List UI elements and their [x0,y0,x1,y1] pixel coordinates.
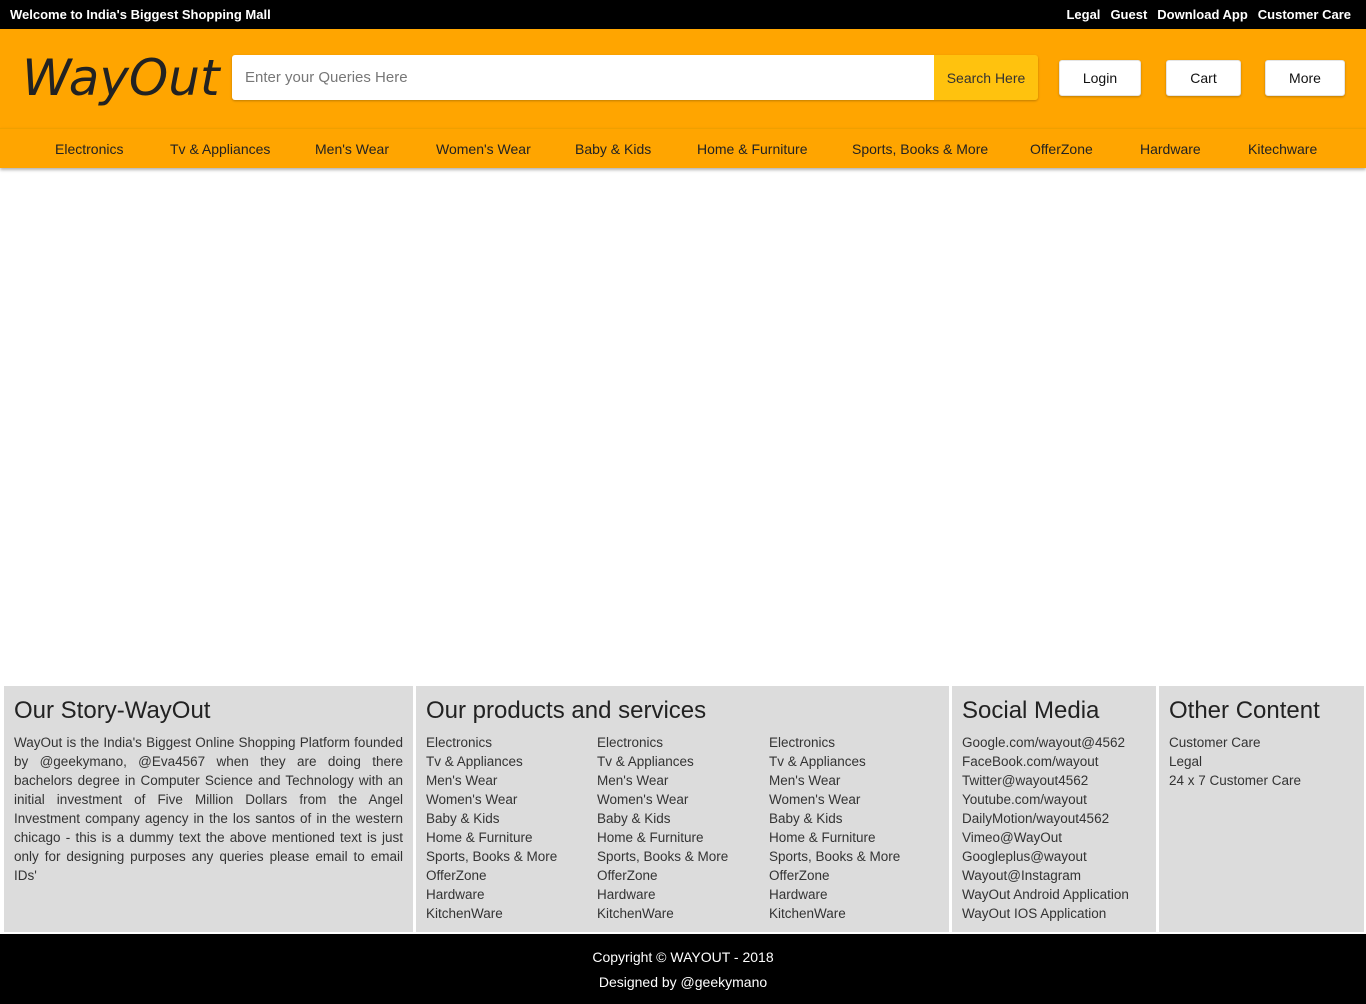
copyright-text: Copyright © WAYOUT - 2018 [592,949,774,965]
social-links: Google.com/wayout@4562 FaceBook.com/wayo… [962,733,1129,923]
product-link[interactable]: Women's Wear [769,790,900,809]
product-link[interactable]: Baby & Kids [597,809,728,828]
products-title: Our products and services [426,697,707,724]
designed-by-text: Designed by @geekymano [598,974,768,990]
product-link[interactable]: Tv & Appliances [769,752,900,771]
top-link-customer-care[interactable]: Customer Care [1258,7,1351,22]
product-link[interactable]: OfferZone [426,866,557,885]
social-link-twitter[interactable]: Twitter@wayout4562 [962,771,1129,790]
top-link-legal[interactable]: Legal [1066,7,1100,22]
social-link-android-app[interactable]: WayOut Android Application [962,885,1129,904]
product-link[interactable]: Baby & Kids [769,809,900,828]
category-nav: Electronics Tv & Appliances Men's Wear W… [0,128,1366,168]
search-button[interactable]: Search Here [934,55,1038,100]
product-link[interactable]: Home & Furniture [597,828,728,847]
logo[interactable]: WayOut [22,49,220,107]
header: WayOut Search Here Login Cart More [0,29,1366,128]
product-link[interactable]: Electronics [597,733,728,752]
nav-item-home-furniture[interactable]: Home & Furniture [697,141,807,157]
footer-products: Our products and services Electronics Tv… [416,686,949,932]
social-link-google[interactable]: Google.com/wayout@4562 [962,733,1129,752]
nav-item-sports-books[interactable]: Sports, Books & More [852,141,988,157]
product-link[interactable]: Sports, Books & More [769,847,900,866]
social-link-vimeo[interactable]: Vimeo@WayOut [962,828,1129,847]
social-link-ios-app[interactable]: WayOut IOS Application [962,904,1129,923]
product-link[interactable]: OfferZone [597,866,728,885]
nav-item-kitechware[interactable]: Kitechware [1248,141,1317,157]
story-title: Our Story-WayOut [14,697,211,724]
product-link[interactable]: Hardware [597,885,728,904]
product-link[interactable]: OfferZone [769,866,900,885]
social-link-facebook[interactable]: FaceBook.com/wayout [962,752,1129,771]
nav-item-mens-wear[interactable]: Men's Wear [315,141,389,157]
product-link[interactable]: Hardware [426,885,557,904]
product-link[interactable]: Tv & Appliances [426,752,557,771]
login-button[interactable]: Login [1059,60,1141,96]
top-bar: Welcome to India's Biggest Shopping Mall… [0,0,1366,29]
top-link-download-app[interactable]: Download App [1157,7,1248,22]
copyright-bar: Copyright © WAYOUT - 2018 Designed by @g… [0,934,1366,1004]
nav-item-electronics[interactable]: Electronics [55,141,123,157]
welcome-text: Welcome to India's Biggest Shopping Mall [10,7,271,22]
products-column-1: Electronics Tv & Appliances Men's Wear W… [426,733,557,923]
social-link-googleplus[interactable]: Googleplus@wayout [962,847,1129,866]
product-link[interactable]: KitchenWare [426,904,557,923]
other-title: Other Content [1169,697,1320,724]
products-column-2: Electronics Tv & Appliances Men's Wear W… [597,733,728,923]
product-link[interactable]: KitchenWare [769,904,900,923]
product-link[interactable]: KitchenWare [597,904,728,923]
nav-item-womens-wear[interactable]: Women's Wear [436,141,531,157]
product-link[interactable]: Women's Wear [426,790,557,809]
more-button[interactable]: More [1265,60,1345,96]
social-link-instagram[interactable]: Wayout@Instagram [962,866,1129,885]
story-text: WayOut is the India's Biggest Online Sho… [14,735,403,883]
footer-social-media: Social Media Google.com/wayout@4562 Face… [952,686,1156,932]
social-title: Social Media [962,697,1100,724]
products-column-3: Electronics Tv & Appliances Men's Wear W… [769,733,900,923]
product-link[interactable]: Sports, Books & More [426,847,557,866]
product-link[interactable]: Women's Wear [597,790,728,809]
nav-item-tv-appliances[interactable]: Tv & Appliances [170,141,270,157]
product-link[interactable]: Tv & Appliances [597,752,728,771]
footer-other-content: Other Content Customer Care Legal 24 x 7… [1159,686,1364,932]
product-link[interactable]: Baby & Kids [426,809,557,828]
product-link[interactable]: Hardware [769,885,900,904]
top-link-guest[interactable]: Guest [1110,7,1147,22]
nav-item-baby-kids[interactable]: Baby & Kids [575,141,651,157]
search-bar: Search Here [232,55,1038,100]
footer-our-story: Our Story-WayOut WayOut is the India's B… [4,686,413,932]
social-link-dailymotion[interactable]: DailyMotion/wayout4562 [962,809,1129,828]
social-link-youtube[interactable]: Youtube.com/wayout [962,790,1129,809]
other-link-24x7-care[interactable]: 24 x 7 Customer Care [1169,771,1301,790]
product-link[interactable]: Men's Wear [769,771,900,790]
search-input[interactable] [232,55,934,100]
cart-button[interactable]: Cart [1166,60,1241,96]
product-link[interactable]: Home & Furniture [769,828,900,847]
product-link[interactable]: Men's Wear [597,771,728,790]
other-link-legal[interactable]: Legal [1169,752,1301,771]
product-link[interactable]: Men's Wear [426,771,557,790]
product-link[interactable]: Sports, Books & More [597,847,728,866]
top-links: Legal Guest Download App Customer Care [1066,7,1351,22]
nav-item-hardware[interactable]: Hardware [1140,141,1201,157]
product-link[interactable]: Electronics [426,733,557,752]
other-links: Customer Care Legal 24 x 7 Customer Care [1169,733,1301,790]
product-link[interactable]: Electronics [769,733,900,752]
product-link[interactable]: Home & Furniture [426,828,557,847]
nav-item-offerzone[interactable]: OfferZone [1030,141,1093,157]
other-link-customer-care[interactable]: Customer Care [1169,733,1301,752]
